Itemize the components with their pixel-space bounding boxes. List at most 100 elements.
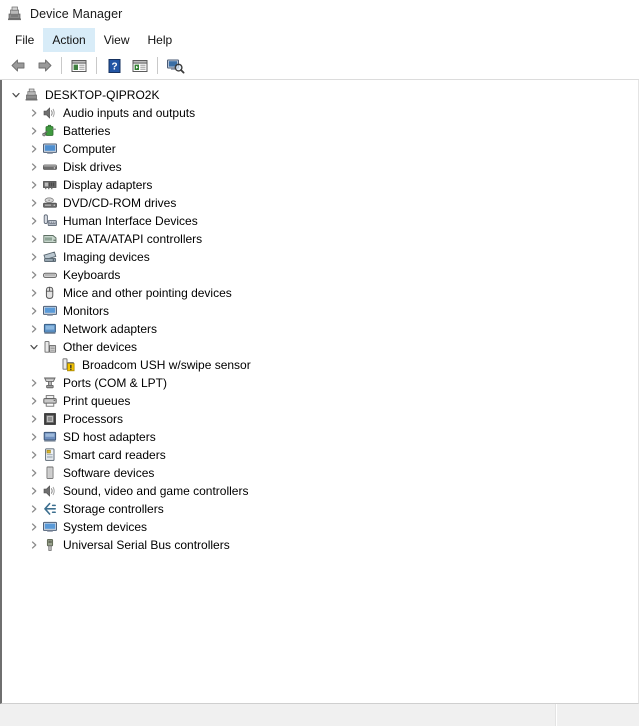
tree-node-label: Ports (COM & LPT) bbox=[63, 376, 168, 390]
tree-node-dvd-cd-rom-drives[interactable]: DVD/CD-ROM drives bbox=[2, 194, 638, 212]
menu-view[interactable]: View bbox=[95, 28, 139, 52]
chevron-right-icon[interactable] bbox=[26, 230, 42, 248]
chevron-right-icon[interactable] bbox=[26, 248, 42, 266]
tree-node-software-devices[interactable]: Software devices bbox=[2, 464, 638, 482]
tree-node-system-devices[interactable]: System devices bbox=[2, 518, 638, 536]
chevron-right-icon[interactable] bbox=[26, 266, 42, 284]
monitor-icon bbox=[42, 141, 58, 157]
tree-node-label: Processors bbox=[63, 412, 124, 426]
unknown-device-icon bbox=[42, 339, 58, 355]
chevron-right-icon[interactable] bbox=[26, 122, 42, 140]
chevron-right-icon[interactable] bbox=[26, 536, 42, 554]
tree-node-label: Mice and other pointing devices bbox=[63, 286, 232, 300]
tree-node-label: DVD/CD-ROM drives bbox=[63, 196, 177, 210]
sd-adapter-icon bbox=[42, 429, 58, 445]
tree-node-ide-ata-atapi-controllers[interactable]: IDE ATA/ATAPI controllers bbox=[2, 230, 638, 248]
chevron-right-icon[interactable] bbox=[26, 374, 42, 392]
hid-icon bbox=[42, 213, 58, 229]
tree-node-ports-com-lpt[interactable]: Ports (COM & LPT) bbox=[2, 374, 638, 392]
chevron-right-icon[interactable] bbox=[26, 176, 42, 194]
processor-icon bbox=[42, 411, 58, 427]
chevron-down-icon[interactable] bbox=[26, 338, 42, 356]
chevron-right-icon[interactable] bbox=[26, 212, 42, 230]
tree-node-label: Audio inputs and outputs bbox=[63, 106, 196, 120]
storage-controller-icon bbox=[42, 501, 58, 517]
tree-node-label: DESKTOP-QIPRO2K bbox=[45, 88, 160, 102]
chevron-right-icon[interactable] bbox=[26, 104, 42, 122]
tree-node-disk-drives[interactable]: Disk drives bbox=[2, 158, 638, 176]
tree-node-print-queues[interactable]: Print queues bbox=[2, 392, 638, 410]
tree-node-network-adapters[interactable]: Network adapters bbox=[2, 320, 638, 338]
chevron-right-icon[interactable] bbox=[26, 320, 42, 338]
tree-node-keyboards[interactable]: Keyboards bbox=[2, 266, 638, 284]
tree-node-monitors[interactable]: Monitors bbox=[2, 302, 638, 320]
forward-arrow-icon[interactable] bbox=[31, 54, 57, 78]
tree-node-human-interface-devices[interactable]: Human Interface Devices bbox=[2, 212, 638, 230]
chevron-right-icon[interactable] bbox=[26, 428, 42, 446]
tree-node-label: Software devices bbox=[63, 466, 155, 480]
mouse-icon bbox=[42, 285, 58, 301]
help-icon[interactable]: ? bbox=[101, 54, 127, 78]
tree-node-label: Sound, video and game controllers bbox=[63, 484, 249, 498]
disk-drive-icon bbox=[42, 159, 58, 175]
imaging-device-icon bbox=[42, 249, 58, 265]
tree-node-imaging-devices[interactable]: Imaging devices bbox=[2, 248, 638, 266]
tree-node-batteries[interactable]: Batteries bbox=[2, 122, 638, 140]
software-device-icon bbox=[42, 465, 58, 481]
tree-node-sd-host-adapters[interactable]: SD host adapters bbox=[2, 428, 638, 446]
tree-node-universal-serial-bus-controllers[interactable]: Universal Serial Bus controllers bbox=[2, 536, 638, 554]
display-adapter-icon bbox=[42, 177, 58, 193]
device-tree-panel: DESKTOP-QIPRO2K Audio inputs and outputs bbox=[0, 80, 639, 704]
chevron-right-icon[interactable] bbox=[26, 158, 42, 176]
properties-icon[interactable] bbox=[66, 54, 92, 78]
tree-node-computer[interactable]: Computer bbox=[2, 140, 638, 158]
tree-node-label: Other devices bbox=[63, 340, 138, 354]
chevron-right-icon[interactable] bbox=[26, 194, 42, 212]
tree-node-other-devices[interactable]: Other devices bbox=[2, 338, 638, 356]
tree-node-desktop[interactable]: DESKTOP-QIPRO2K bbox=[2, 86, 638, 104]
chevron-right-icon[interactable] bbox=[26, 392, 42, 410]
device-manager-icon bbox=[6, 5, 24, 23]
title-bar: Device Manager bbox=[0, 0, 639, 28]
menu-help[interactable]: Help bbox=[139, 28, 182, 52]
tree-node-audio-inputs-and-outputs[interactable]: Audio inputs and outputs bbox=[2, 104, 638, 122]
status-bar-left-pane bbox=[0, 704, 555, 726]
port-icon bbox=[42, 375, 58, 391]
optical-drive-icon bbox=[42, 195, 58, 211]
chevron-right-icon[interactable] bbox=[26, 140, 42, 158]
tree-node-sound-video-and-game-controllers[interactable]: Sound, video and game controllers bbox=[2, 482, 638, 500]
tree-node-display-adapters[interactable]: Display adapters bbox=[2, 176, 638, 194]
tree-node-label: Storage controllers bbox=[63, 502, 164, 516]
toolbar: ? bbox=[0, 52, 639, 80]
chevron-down-icon[interactable] bbox=[8, 86, 24, 104]
menu-action[interactable]: Action bbox=[43, 28, 95, 52]
tree-node-label: Imaging devices bbox=[63, 250, 150, 264]
tree-node-processors[interactable]: Processors bbox=[2, 410, 638, 428]
tree-node-label: System devices bbox=[63, 520, 148, 534]
status-bar bbox=[0, 704, 639, 726]
menu-file[interactable]: File bbox=[6, 28, 43, 52]
chevron-right-icon[interactable] bbox=[26, 446, 42, 464]
chevron-right-icon[interactable] bbox=[26, 410, 42, 428]
chevron-right-icon[interactable] bbox=[26, 500, 42, 518]
speaker-icon bbox=[42, 105, 58, 121]
tree-node-label: Network adapters bbox=[63, 322, 158, 336]
tree-node-storage-controllers[interactable]: Storage controllers bbox=[2, 500, 638, 518]
chevron-right-icon[interactable] bbox=[26, 302, 42, 320]
toolbar-separator bbox=[157, 57, 158, 74]
update-driver-icon[interactable] bbox=[127, 54, 153, 78]
tree-node-label: Universal Serial Bus controllers bbox=[63, 538, 230, 552]
chevron-right-icon[interactable] bbox=[26, 482, 42, 500]
back-arrow-icon[interactable] bbox=[5, 54, 31, 78]
chevron-right-icon[interactable] bbox=[26, 518, 42, 536]
chevron-right-icon[interactable] bbox=[26, 284, 42, 302]
tree-node-mice-and-other-pointing-devices[interactable]: Mice and other pointing devices bbox=[2, 284, 638, 302]
tree-node-smart-card-readers[interactable]: Smart card readers bbox=[2, 446, 638, 464]
unknown-device-warning-icon bbox=[61, 357, 77, 373]
tree-node-broadcom-ush-swipe-sensor[interactable]: Broadcom USH w/swipe sensor bbox=[2, 356, 638, 374]
monitor-icon bbox=[42, 519, 58, 535]
scan-hardware-changes-icon[interactable] bbox=[162, 54, 188, 78]
chevron-right-icon[interactable] bbox=[26, 464, 42, 482]
tree-node-label: Display adapters bbox=[63, 178, 153, 192]
tree-node-label: SD host adapters bbox=[63, 430, 156, 444]
